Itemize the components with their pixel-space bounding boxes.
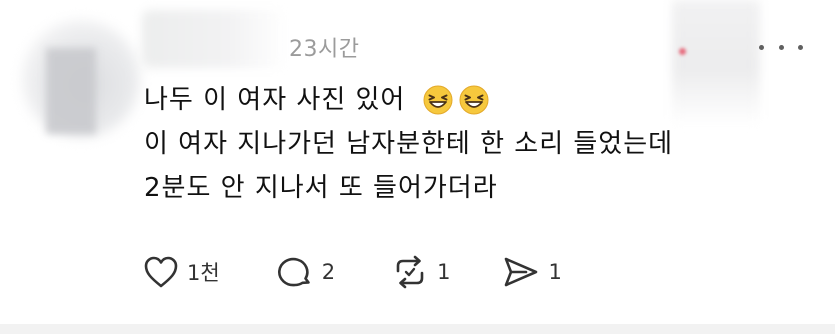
post-card: 23시간 나두 이 여자 사진 있어 이 여자 지나가던 남자분한테 한 소리	[0, 0, 835, 334]
like-button[interactable]: 1천	[143, 255, 220, 289]
avatar-redaction	[46, 48, 96, 134]
post-line-text: 나두 이 여자 사진 있어	[144, 85, 406, 115]
post-line: 2분도 안 지나서 또 들어가더라	[144, 166, 673, 210]
comment-count: 2	[321, 260, 336, 284]
share-button[interactable]: 1	[502, 255, 562, 289]
post-body: 나두 이 여자 사진 있어 이 여자 지나가던 남자분한테 한 소리 들었는데 …	[144, 78, 673, 210]
more-dot-icon	[759, 44, 764, 50]
media-redaction	[672, 0, 760, 125]
post-line-text: 이 여자 지나가던 남자분한테 한 소리 들었는데	[144, 129, 674, 159]
post-line-text: 2분도 안 지나서 또 들어가더라	[144, 173, 498, 203]
repost-icon	[396, 255, 424, 289]
more-options-button[interactable]	[759, 40, 803, 54]
comment-button[interactable]: 2	[277, 255, 336, 289]
grinning-squinting-face-icon	[423, 85, 453, 115]
more-dot-icon	[778, 44, 784, 50]
heart-icon	[144, 256, 178, 288]
post-timestamp: 23시간	[289, 37, 360, 62]
username-redaction	[142, 10, 287, 68]
bottom-divider	[0, 324, 835, 334]
comment-icon	[277, 257, 310, 287]
more-dot-icon	[798, 44, 803, 50]
action-bar: 1천 2 1 1	[143, 252, 562, 292]
repost-count: 1	[437, 260, 451, 284]
send-icon	[505, 257, 538, 287]
redacted-dot	[679, 48, 686, 55]
grinning-squinting-face-icon	[459, 85, 489, 115]
repost-button[interactable]: 1	[391, 254, 450, 290]
post-line: 이 여자 지나가던 남자분한테 한 소리 들었는데	[144, 122, 673, 166]
post-line: 나두 이 여자 사진 있어	[144, 78, 673, 122]
like-count: 1천	[187, 261, 220, 285]
share-count: 1	[548, 260, 562, 284]
